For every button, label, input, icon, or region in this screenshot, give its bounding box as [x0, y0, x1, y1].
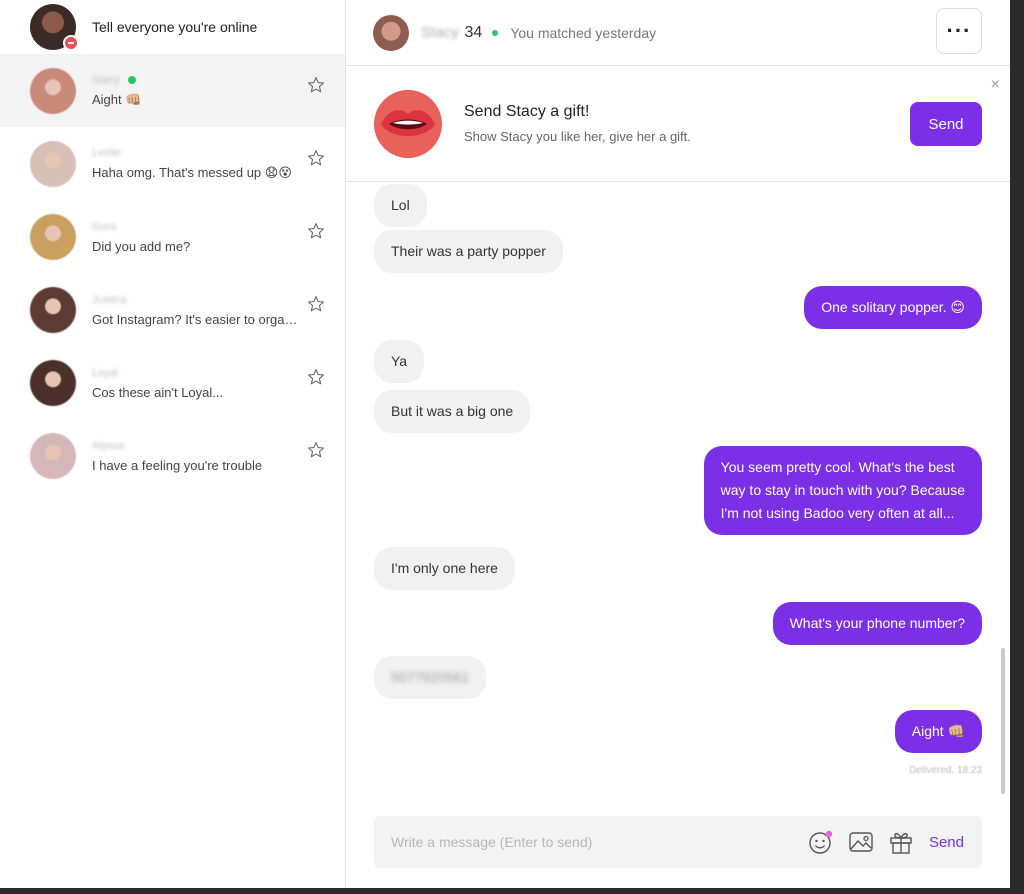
avatar[interactable]: [30, 67, 76, 114]
offline-badge-icon: [63, 35, 79, 51]
message-text: Their was a party popper: [391, 243, 546, 259]
message-text: But it was a big one: [391, 403, 514, 419]
more-options-button[interactable]: ···: [936, 8, 982, 54]
conversation-name: Gora: [92, 220, 117, 233]
conversation-list: Stacy Aight 👊🏼 Leslie Haha omg. That's mess…: [0, 54, 345, 492]
star-icon[interactable]: [307, 222, 325, 240]
conversation-preview: I have a feeling you're trouble: [92, 457, 263, 473]
avatar[interactable]: [30, 213, 76, 260]
conversation-preview: Cos these ain't Loyal...: [92, 384, 224, 400]
avatar[interactable]: [30, 432, 76, 479]
match-avatar[interactable]: [373, 14, 409, 51]
avatar[interactable]: [30, 286, 76, 333]
online-indicator-icon: [127, 76, 136, 84]
my-avatar[interactable]: [30, 4, 79, 51]
ellipsis-icon: ···: [946, 18, 972, 43]
avatar[interactable]: [30, 359, 76, 406]
avatar[interactable]: [30, 140, 76, 187]
tell-online-text[interactable]: Tell everyone you're online: [92, 19, 257, 35]
online-status-row[interactable]: Tell everyone you're online: [0, 0, 345, 54]
gift-title: Send Stacy a gift!: [464, 103, 590, 120]
received-message-bubble[interactable]: Ya: [374, 340, 425, 383]
conversation-name: Loyal: [92, 366, 119, 379]
conversation-preview: Haha omg. That's messed up 😧😵: [92, 165, 292, 180]
message-input[interactable]: [391, 834, 807, 850]
message-text: Aight 👊🏼: [911, 723, 965, 739]
message-text: I'm only one here: [391, 560, 498, 576]
conversation-item[interactable]: Leslie Haha omg. That's messed up 😧😵: [0, 127, 345, 200]
image-icon[interactable]: [847, 828, 875, 856]
message-text: What's your phone number?: [789, 615, 965, 631]
sent-message-bubble[interactable]: What's your phone number?: [772, 602, 982, 645]
message-text: You seem pretty cool. What's the best wa…: [720, 459, 965, 521]
conversation-item[interactable]: Gora Did you add me?: [0, 200, 345, 273]
star-icon[interactable]: [307, 76, 325, 94]
send-gift-button[interactable]: Send: [910, 102, 982, 146]
message-composer: Send: [374, 816, 982, 868]
message-text: One solitary popper. 😊: [821, 299, 965, 315]
lips-icon: [374, 89, 442, 158]
received-message-bubble[interactable]: Their was a party popper: [374, 230, 563, 273]
conversation-preview: Did you add me?: [92, 238, 191, 254]
star-icon[interactable]: [307, 149, 325, 167]
gift-subtitle: Show Stacy you like her, give her a gift…: [464, 129, 691, 144]
emoji-icon[interactable]: [807, 828, 835, 856]
thread-scrollbar[interactable]: [1001, 648, 1005, 794]
conversation-item[interactable]: Stacy Aight 👊🏼: [0, 54, 345, 127]
conversation-item[interactable]: Loyal Cos these ain't Loyal...: [0, 346, 345, 419]
received-message-bubble[interactable]: Lol: [374, 184, 427, 227]
match-subtitle: You matched yesterday: [510, 24, 657, 41]
sent-message-bubble[interactable]: Aight 👊🏼: [894, 710, 982, 753]
received-message-bubble[interactable]: 5077920561: [374, 656, 486, 699]
chat-panel: Stacy 34 You matched yesterday ··· Send …: [346, 0, 1010, 888]
online-indicator-icon: [492, 29, 499, 36]
conversation-item[interactable]: Alyssa I have a feeling you're trouble: [0, 419, 345, 492]
chat-header: Stacy 34 You matched yesterday ···: [346, 0, 1010, 66]
star-icon[interactable]: [307, 441, 325, 459]
conversation-name: Leslie: [92, 147, 121, 159]
conversation-name: Alyssa: [92, 439, 125, 452]
match-name[interactable]: Stacy: [421, 24, 459, 41]
star-icon[interactable]: [307, 295, 325, 313]
app-window: Tell everyone you're online Stacy Aight 👊…: [0, 0, 1010, 888]
window-edge: [1010, 0, 1024, 894]
received-message-bubble[interactable]: I'm only one here: [374, 547, 515, 590]
delivered-status: Delivered, 18:23: [909, 765, 982, 776]
conversation-sidebar: Tell everyone you're online Stacy Aight 👊…: [0, 0, 346, 888]
conversation-preview: Got Instagram? It's easier to organi...: [92, 311, 302, 327]
close-icon[interactable]: ×: [991, 76, 1000, 94]
sent-message-bubble[interactable]: You seem pretty cool. What's the best wa…: [703, 446, 982, 535]
conversation-name: Stacy: [92, 74, 120, 86]
gift-banner: Send Stacy a gift! Show Stacy you like h…: [346, 66, 1010, 182]
star-icon[interactable]: [307, 368, 325, 386]
received-message-bubble[interactable]: But it was a big one: [374, 390, 531, 433]
conversation-preview: Aight 👊🏼: [92, 92, 142, 107]
gift-icon[interactable]: [887, 828, 915, 856]
conversation-item[interactable]: Justina Got Instagram? It's easier to org…: [0, 273, 345, 346]
conversation-name: Justina: [92, 293, 127, 306]
window-edge-bottom: [0, 888, 1024, 894]
message-thread: Delivered, 18:23 Lol Their was a party po…: [346, 184, 1010, 784]
match-age: 34: [464, 23, 483, 41]
message-text: 5077920561: [391, 669, 469, 685]
message-text: Ya: [391, 353, 408, 369]
sent-message-bubble[interactable]: One solitary popper. 😊: [804, 286, 982, 329]
send-message-button[interactable]: Send: [929, 834, 964, 851]
message-text: Lol: [391, 197, 410, 213]
